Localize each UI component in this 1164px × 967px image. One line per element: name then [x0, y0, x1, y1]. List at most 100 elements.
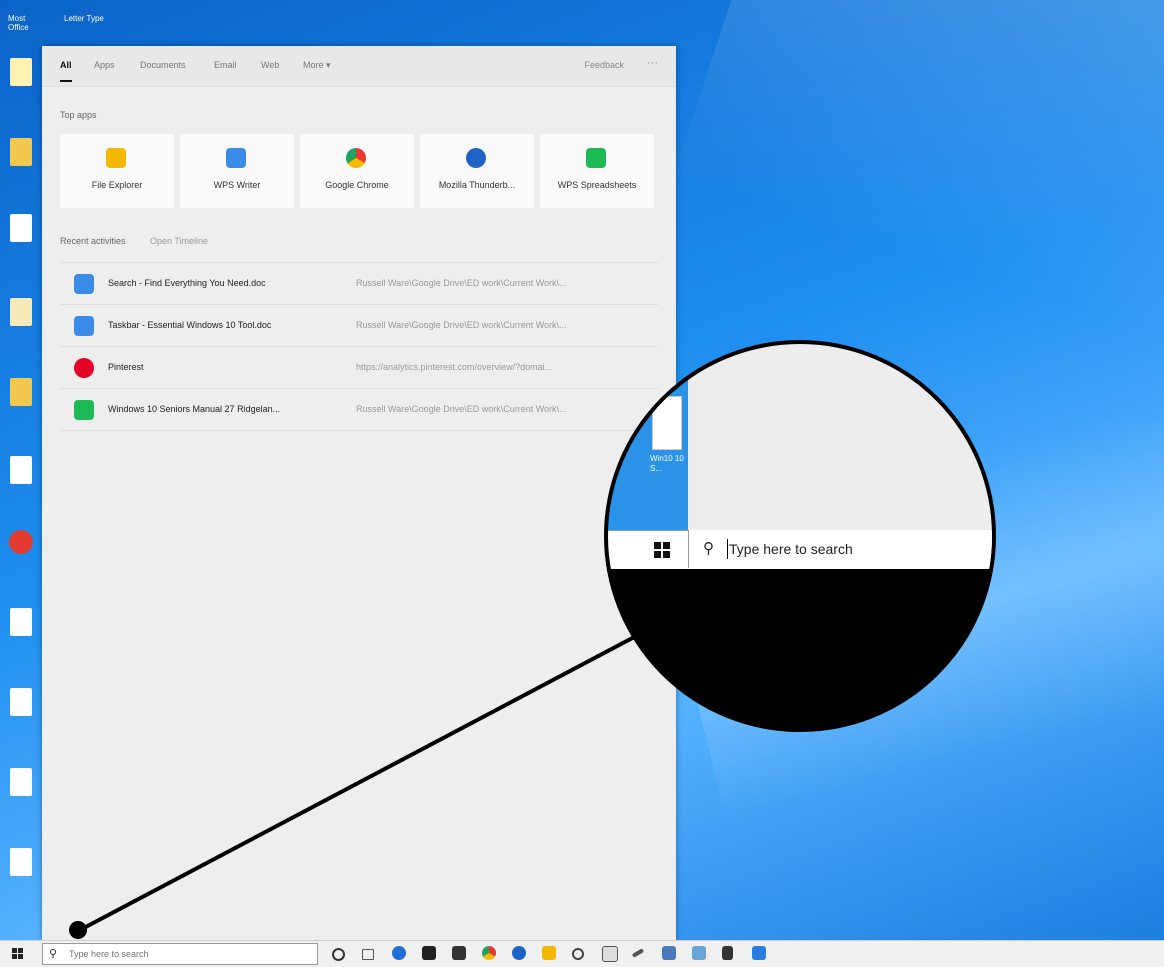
windows-logo-icon — [12, 954, 17, 959]
app-tile-label: File Explorer — [91, 180, 143, 190]
wallpaper-glow — [672, 0, 1164, 398]
desktop-icon[interactable] — [4, 688, 38, 716]
file-icon — [10, 688, 32, 716]
thunderbird-icon — [466, 148, 486, 168]
desktop-icon[interactable] — [4, 530, 38, 554]
tab-all[interactable]: All — [60, 60, 72, 82]
app-tile-label: Mozilla Thunderb... — [438, 180, 516, 190]
mail-icon[interactable] — [452, 946, 466, 960]
windows-logo-icon — [663, 551, 670, 558]
desktop-icon[interactable] — [4, 58, 38, 86]
pen-icon[interactable] — [631, 948, 645, 958]
recent-list: Search - Find Everything You Need.doc Ru… — [60, 262, 658, 431]
folder-icon — [10, 138, 32, 166]
desktop-top-label: Most Office — [8, 14, 29, 32]
recent-activities-heading: Recent activities — [60, 236, 126, 246]
wps-writer-icon — [74, 274, 94, 294]
task-view-icon[interactable] — [362, 949, 374, 960]
tab-email[interactable]: Email — [214, 60, 237, 70]
recent-item[interactable]: Windows 10 Seniors Manual 27 Ridgelan...… — [60, 388, 658, 431]
lens-desktop-icon-label: Win10 10 S... — [650, 454, 684, 473]
tab-documents[interactable]: Documents — [140, 60, 186, 70]
desktop-icon[interactable] — [4, 298, 38, 326]
recent-item-path: Russell Ware\Google Drive\ED work\Curren… — [356, 320, 567, 330]
thunderbird-icon[interactable] — [512, 946, 526, 960]
search-input[interactable] — [69, 946, 309, 962]
lens-search-box: ⚲ Type here to search — [688, 530, 992, 568]
tools-icon[interactable] — [662, 946, 676, 960]
windows-logo-icon — [12, 948, 17, 953]
file-icon — [10, 58, 32, 86]
file-icon — [10, 214, 32, 242]
store-icon[interactable] — [422, 946, 436, 960]
wps-spreadsheets-icon — [586, 148, 606, 168]
recent-item-path: Russell Ware\Google Drive\ED work\Curren… — [356, 278, 567, 288]
chrome-icon — [9, 530, 33, 554]
top-apps-heading: Top apps — [60, 110, 97, 120]
lens-start-button — [654, 542, 670, 558]
file-icon — [10, 608, 32, 636]
tab-apps[interactable]: Apps — [94, 60, 115, 70]
windows-logo-icon — [663, 542, 670, 549]
open-timeline-link[interactable]: Open Timeline — [150, 236, 208, 246]
recent-item-path: Russell Ware\Google Drive\ED work\Curren… — [356, 404, 567, 414]
wps-spreadsheets-icon — [74, 400, 94, 420]
feedback-link[interactable]: Feedback — [584, 60, 624, 70]
chrome-icon[interactable] — [482, 946, 496, 960]
file-icon — [10, 456, 32, 484]
search-tabs: All Apps Documents Email Web More ▾ Feed… — [42, 46, 676, 87]
app-tile-wps-spreadsheets[interactable]: WPS Spreadsheets — [540, 134, 654, 208]
recent-item[interactable]: Pinterest https://analytics.pinterest.co… — [60, 346, 658, 388]
tab-more[interactable]: More ▾ — [303, 60, 331, 71]
taskbar: ⚲ — [0, 940, 1164, 967]
desktop-top-label: Letter Type — [64, 14, 104, 23]
desktop-icon[interactable] — [4, 138, 38, 166]
wps-writer-icon — [74, 316, 94, 336]
search-icon: ⚲ — [703, 540, 714, 557]
desktop-icon[interactable] — [4, 378, 38, 406]
desktop-icon[interactable] — [4, 768, 38, 796]
desktop-icon[interactable] — [4, 456, 38, 484]
mail2-icon[interactable] — [692, 946, 706, 960]
settings-icon[interactable] — [572, 948, 584, 960]
app-tile-wps-writer[interactable]: WPS Writer — [180, 134, 294, 208]
cortana-icon[interactable] — [332, 948, 345, 961]
file-icon — [10, 848, 32, 876]
app-tile-label: Google Chrome — [325, 180, 389, 190]
recent-item-name: Windows 10 Seniors Manual 27 Ridgelan... — [108, 404, 281, 414]
calendar-icon[interactable] — [602, 946, 618, 962]
recent-item-name: Pinterest — [108, 362, 144, 372]
windows-logo-icon — [654, 542, 661, 549]
search-icon: ⚲ — [49, 948, 58, 960]
file-icon — [10, 298, 32, 326]
app-tile-google-chrome[interactable]: Google Chrome — [300, 134, 414, 208]
top-apps: File Explorer WPS Writer Google Chrome M… — [60, 134, 654, 208]
recent-item-path: https://analytics.pinterest.com/overview… — [356, 362, 553, 372]
folder-icon — [106, 148, 126, 168]
file-icon — [10, 768, 32, 796]
app-tile-file-explorer[interactable]: File Explorer — [60, 134, 174, 208]
app-tile-thunderbird[interactable]: Mozilla Thunderb... — [420, 134, 534, 208]
windows-logo-icon — [18, 954, 23, 959]
search-panel: All Apps Documents Email Web More ▾ Feed… — [42, 46, 676, 940]
taskbar-search-box[interactable]: ⚲ — [42, 943, 318, 965]
calculator-icon[interactable] — [722, 946, 733, 960]
magnifier-lens: Win10 10 S... ⚲ Type here to search — [604, 340, 996, 732]
app-icon[interactable] — [752, 946, 766, 960]
recent-item[interactable]: Taskbar - Essential Windows 10 Tool.doc … — [60, 304, 658, 346]
app-tile-label: WPS Spreadsheets — [557, 180, 637, 190]
lens-search-text: Type here to search — [729, 541, 853, 557]
desktop-icon[interactable] — [4, 848, 38, 876]
edge-icon[interactable] — [392, 946, 406, 960]
tab-web[interactable]: Web — [261, 60, 279, 70]
more-options-button[interactable]: ··· — [647, 57, 658, 69]
desktop-icon[interactable] — [4, 214, 38, 242]
folder-icon — [10, 378, 32, 406]
wps-writer-icon — [226, 148, 246, 168]
start-button[interactable] — [12, 948, 24, 960]
desktop-icon[interactable] — [4, 608, 38, 636]
recent-item[interactable]: Search - Find Everything You Need.doc Ru… — [60, 262, 658, 304]
windows-logo-icon — [654, 551, 661, 558]
file-explorer-icon[interactable] — [542, 946, 556, 960]
text-caret — [727, 539, 728, 559]
